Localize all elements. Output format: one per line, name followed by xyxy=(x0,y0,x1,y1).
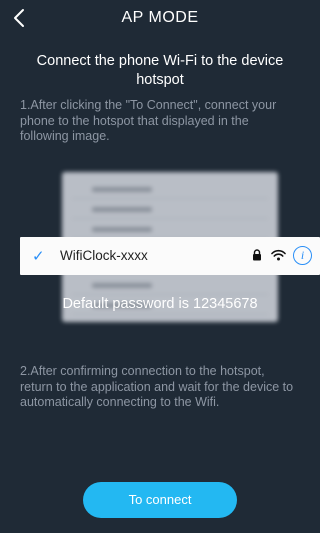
default-password-text: Default password is 12345678 xyxy=(62,296,258,312)
step-two-text: 2.After confirming connection to the hot… xyxy=(20,364,294,409)
checkmark-icon: ✓ xyxy=(32,248,45,265)
blurred-row xyxy=(72,278,268,295)
wifi-icon xyxy=(271,249,286,261)
ap-mode-screen: AP MODE Connect the phone Wi-Fi to the d… xyxy=(0,0,320,533)
wifi-example-row: ✓ WifiClock-xxxx i xyxy=(20,237,320,275)
page-margin xyxy=(320,0,328,533)
to-connect-button[interactable]: To connect xyxy=(83,482,237,518)
page-title: AP MODE xyxy=(121,9,199,26)
instruction-heading: Connect the phone Wi-Fi to the device ho… xyxy=(36,53,284,88)
top-bar: AP MODE xyxy=(0,0,320,36)
wifi-ssid: WifiClock-xxxx xyxy=(60,248,148,263)
blurred-row xyxy=(72,202,268,219)
lock-icon xyxy=(253,249,261,261)
blurred-row xyxy=(72,182,268,199)
info-icon: i xyxy=(293,246,312,265)
step-one-text: 1.After clicking the "To Connect", conne… xyxy=(20,98,277,143)
